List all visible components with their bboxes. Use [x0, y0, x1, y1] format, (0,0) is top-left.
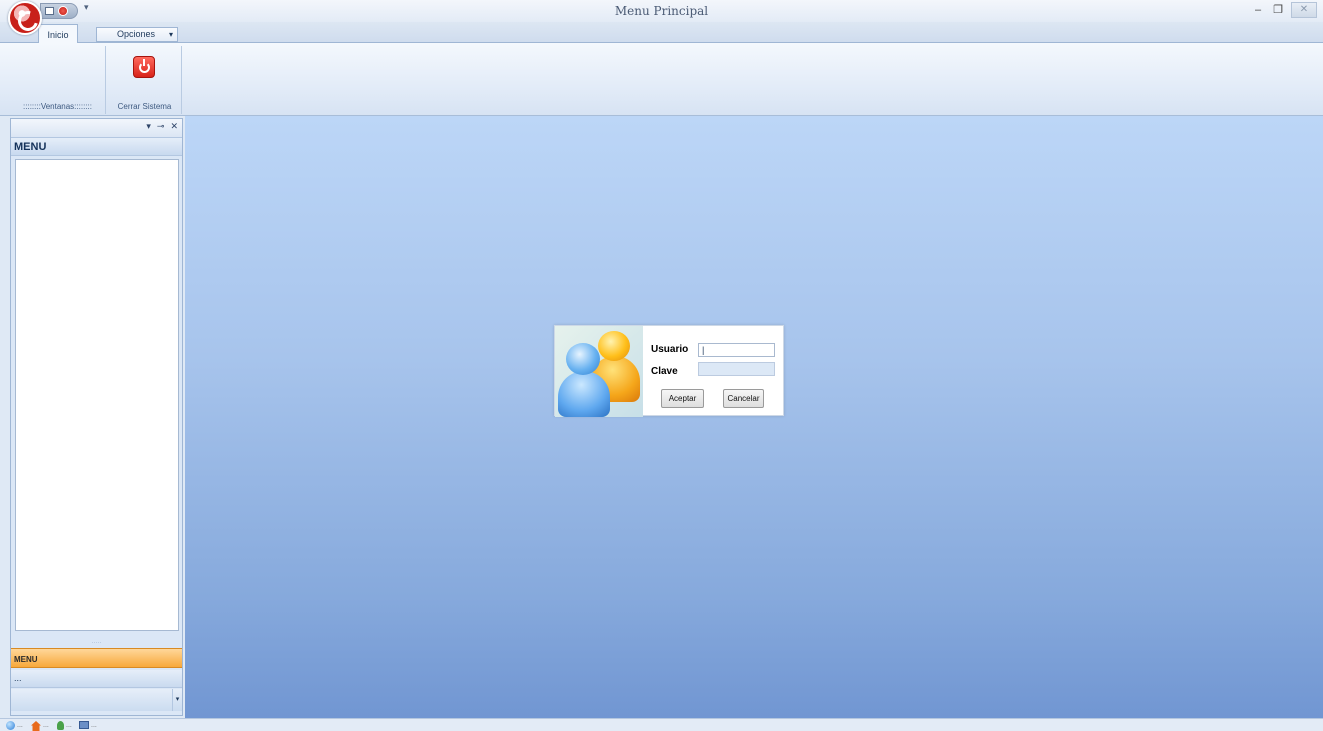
- status-bar: ... ... ... ...: [0, 718, 1323, 731]
- ribbon-group-cerrar-sistema: Cerrar Sistema: [108, 46, 182, 114]
- chevron-down-icon[interactable]: ▾: [172, 689, 182, 711]
- dock-header: ▾ ⊸ ✕: [11, 119, 182, 137]
- clave-input[interactable]: [698, 362, 775, 376]
- chevron-down-icon: ▾: [168, 30, 173, 39]
- close-icon[interactable]: ✕: [170, 121, 178, 132]
- ribbon-tabs: Inicio Opciones ▾: [0, 22, 1323, 44]
- clave-label: Clave: [651, 366, 678, 377]
- app-menu-button[interactable]: [8, 1, 42, 35]
- title-bar: ▾ Menu Principal – ❐ ✕: [0, 0, 1323, 35]
- close-button[interactable]: ✕: [1291, 2, 1317, 18]
- maximize-button[interactable]: ❐: [1271, 3, 1285, 17]
- tab-opciones-label: Opciones: [117, 29, 156, 39]
- chevron-down-icon[interactable]: ▾: [146, 121, 151, 132]
- tab-opciones[interactable]: Opciones ▾: [96, 27, 178, 42]
- status-separator: ...: [17, 722, 23, 729]
- login-dialog: Usuario | Clave Aceptar Cancelar: [554, 325, 784, 417]
- minimize-button[interactable]: –: [1251, 3, 1265, 17]
- window-controls: – ❐ ✕: [1251, 2, 1317, 18]
- power-icon: [139, 59, 150, 73]
- nav-bar-menu[interactable]: MENU: [11, 648, 182, 668]
- cancelar-button[interactable]: Cancelar: [723, 389, 764, 408]
- status-separator: ...: [43, 722, 49, 729]
- ribbon-group-ventanas[interactable]: ::::::::Ventanas::::::::: [10, 46, 106, 114]
- tab-inicio[interactable]: Inicio: [38, 24, 78, 44]
- home-icon[interactable]: [31, 721, 41, 731]
- menu-group-header: MENU: [11, 137, 182, 156]
- ribbon-group-label: Cerrar Sistema: [117, 102, 172, 111]
- ribbon-panel: ::::::::Ventanas:::::::: Cerrar Sistema: [0, 43, 1323, 116]
- window-title: Menu Principal: [614, 4, 709, 18]
- main-workspace: [185, 116, 1323, 718]
- globe-icon[interactable]: [6, 721, 15, 730]
- nav-bar-overflow[interactable]: ▾: [11, 689, 182, 711]
- users-icon: [555, 326, 643, 417]
- status-separator: ...: [66, 722, 72, 729]
- status-separator: ...: [91, 722, 97, 729]
- aceptar-button[interactable]: Aceptar: [661, 389, 704, 408]
- close-system-button[interactable]: [133, 56, 155, 78]
- ribbon-group-label: ::::::::Ventanas::::::::: [23, 102, 92, 111]
- pin-icon[interactable]: ⊸: [157, 121, 165, 132]
- computer-icon[interactable]: [79, 721, 89, 729]
- user-icon[interactable]: [57, 721, 64, 730]
- menu-list[interactable]: [15, 159, 179, 631]
- usuario-label: Usuario: [651, 344, 689, 355]
- usuario-input[interactable]: |: [698, 343, 775, 357]
- dock-controls: ▾ ⊸ ✕: [146, 121, 178, 132]
- navigation-dock-panel: ▾ ⊸ ✕ MENU ····· MENU ... ▾: [10, 118, 183, 716]
- nav-bar-more[interactable]: ...: [11, 670, 182, 688]
